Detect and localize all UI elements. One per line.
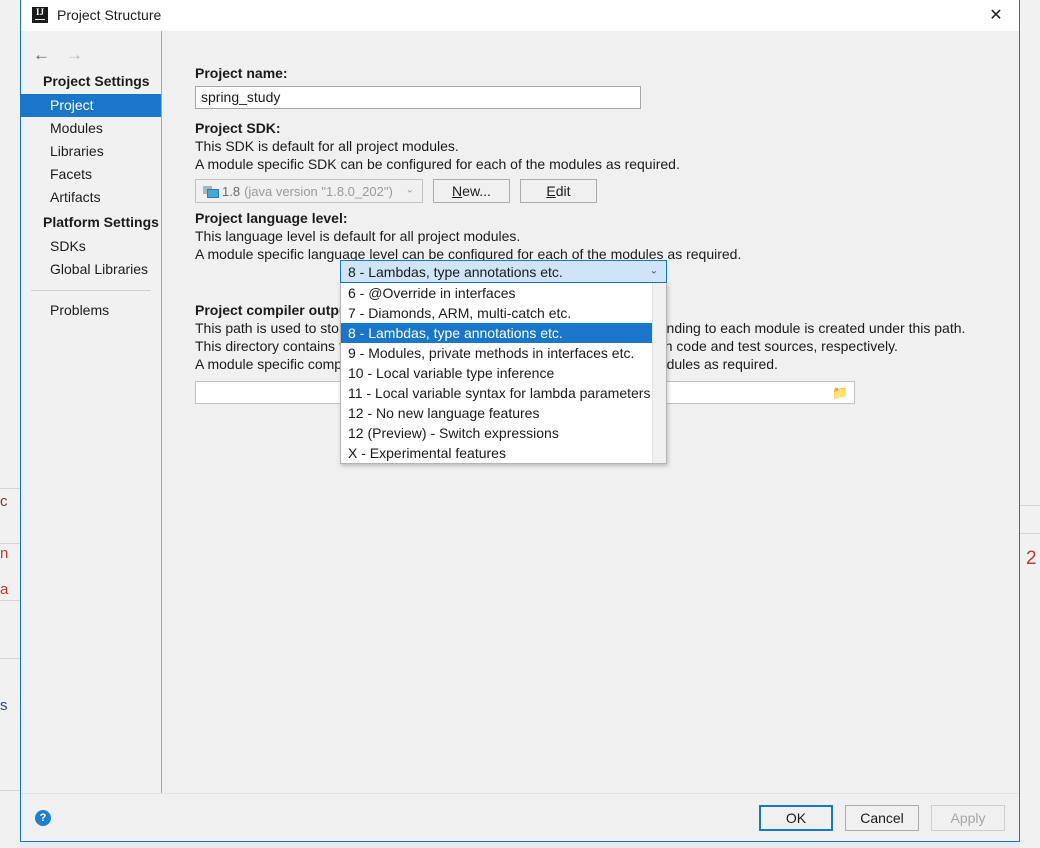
language-level-option[interactable]: 11 - Local variable syntax for lambda pa… <box>341 383 666 403</box>
edit-sdk-button-rest: dit <box>555 183 571 199</box>
sidebar-group-platform-settings: Platform Settings <box>43 214 159 230</box>
language-level-desc-1: This language level is default for all p… <box>195 228 521 244</box>
sidebar-item-project[interactable]: Project <box>21 94 161 117</box>
project-sdk-desc-2: A module specific SDK can be configured … <box>195 156 680 172</box>
new-sdk-button-mnemonic: N <box>452 183 463 199</box>
navigation-arrows: ← → <box>21 40 161 68</box>
language-level-combobox[interactable]: 8 - Lambdas, type annotations etc. ⌄ <box>340 260 667 283</box>
back-arrow-icon[interactable]: ← <box>33 46 50 63</box>
forward-arrow-icon: → <box>66 44 83 64</box>
edit-sdk-button-mnemonic: E <box>546 183 556 199</box>
project-sdk-label: Project SDK: <box>195 120 281 136</box>
dialog-footer: ? OK Cancel Apply <box>21 793 1019 841</box>
background-text-fragment: s <box>0 697 8 714</box>
background-divider <box>0 658 20 659</box>
chevron-down-icon: ⌄ <box>405 184 414 196</box>
project-structure-dialog: IJ Project Structure ✕ ← → Project Setti… <box>20 0 1020 842</box>
language-level-option-list: 6 - @Override in interfaces 7 - Diamonds… <box>341 283 666 463</box>
language-level-option[interactable]: 6 - @Override in interfaces <box>341 283 666 303</box>
folder-icon[interactable]: 📁 <box>832 386 848 399</box>
apply-button: Apply <box>931 804 1005 831</box>
project-sdk-detail: (java version "1.8.0_202") <box>244 183 393 199</box>
background-divider <box>1020 505 1040 506</box>
project-sdk-version: 1.8 <box>222 183 241 199</box>
background-right-strip <box>1020 0 1040 848</box>
sidebar-item-artifacts[interactable]: Artifacts <box>21 186 161 209</box>
language-level-option[interactable]: X - Experimental features <box>341 443 666 463</box>
background-left-strip <box>0 0 20 848</box>
background-text-fragment: n <box>0 545 9 562</box>
project-name-label: Project name: <box>195 65 288 81</box>
background-divider <box>0 543 20 544</box>
language-level-popup: 6 - @Override in interfaces 7 - Diamonds… <box>340 283 667 464</box>
language-level-option[interactable]: 7 - Diamonds, ARM, multi-catch etc. <box>341 303 666 323</box>
ok-button[interactable]: OK <box>759 804 833 831</box>
project-sdk-desc-1: This SDK is default for all project modu… <box>195 138 459 154</box>
sidebar-item-global-libraries[interactable]: Global Libraries <box>21 258 161 281</box>
language-level-combobox-wrapper: 8 - Lambdas, type annotations etc. ⌄ 6 -… <box>340 260 667 464</box>
sidebar-group-project-settings: Project Settings <box>43 73 150 89</box>
background-text-fragment: c <box>0 493 8 510</box>
language-level-option[interactable]: 12 - No new language features <box>341 403 666 423</box>
dialog-title: Project Structure <box>57 7 162 23</box>
background-divider <box>0 488 20 489</box>
popup-scrollbar[interactable] <box>652 283 666 463</box>
language-level-label: Project language level: <box>195 210 348 226</box>
dialog-body: ← → Project Settings Project Modules Lib… <box>21 31 1019 793</box>
background-divider <box>1020 533 1040 534</box>
sidebar-item-libraries[interactable]: Libraries <box>21 140 161 163</box>
chevron-down-icon: ⌄ <box>649 264 658 276</box>
project-sdk-combobox[interactable]: 1.8 (java version "1.8.0_202") ⌄ <box>195 179 423 203</box>
new-sdk-button-rest: ew... <box>462 183 491 199</box>
close-icon[interactable]: ✕ <box>973 0 1019 30</box>
settings-sidebar: ← → Project Settings Project Modules Lib… <box>21 31 162 793</box>
language-level-option[interactable]: 9 - Modules, private methods in interfac… <box>341 343 666 363</box>
language-level-option-selected[interactable]: 8 - Lambdas, type annotations etc. <box>341 323 666 343</box>
intellij-idea-icon: IJ <box>32 7 48 23</box>
language-level-option[interactable]: 10 - Local variable type inference <box>341 363 666 383</box>
language-level-option[interactable]: 12 (Preview) - Switch expressions <box>341 423 666 443</box>
project-name-input[interactable]: spring_study <box>195 86 641 109</box>
footer-buttons: OK Cancel Apply <box>759 804 1005 831</box>
background-divider <box>0 790 20 791</box>
language-level-selected-value: 8 - Lambdas, type annotations etc. <box>348 263 563 280</box>
sidebar-item-modules[interactable]: Modules <box>21 117 161 140</box>
sidebar-item-problems[interactable]: Problems <box>21 299 161 322</box>
dialog-titlebar: IJ Project Structure ✕ <box>21 0 1019 31</box>
help-icon[interactable]: ? <box>35 809 51 826</box>
cancel-button[interactable]: Cancel <box>845 804 919 831</box>
sidebar-item-sdks[interactable]: SDKs <box>21 235 161 258</box>
project-settings-panel: Project name: spring_study Project SDK: … <box>162 31 1019 793</box>
background-text-fragment: 2 <box>1026 548 1037 569</box>
edit-sdk-button[interactable]: Edit <box>520 179 597 203</box>
background-divider <box>0 600 20 601</box>
jdk-icon <box>203 185 219 198</box>
background-text-fragment: a <box>0 581 9 598</box>
sidebar-separator <box>31 290 151 291</box>
sidebar-item-facets[interactable]: Facets <box>21 163 161 186</box>
project-sdk-row: 1.8 (java version "1.8.0_202") ⌄ New... … <box>195 179 1019 203</box>
new-sdk-button[interactable]: New... <box>433 179 510 203</box>
